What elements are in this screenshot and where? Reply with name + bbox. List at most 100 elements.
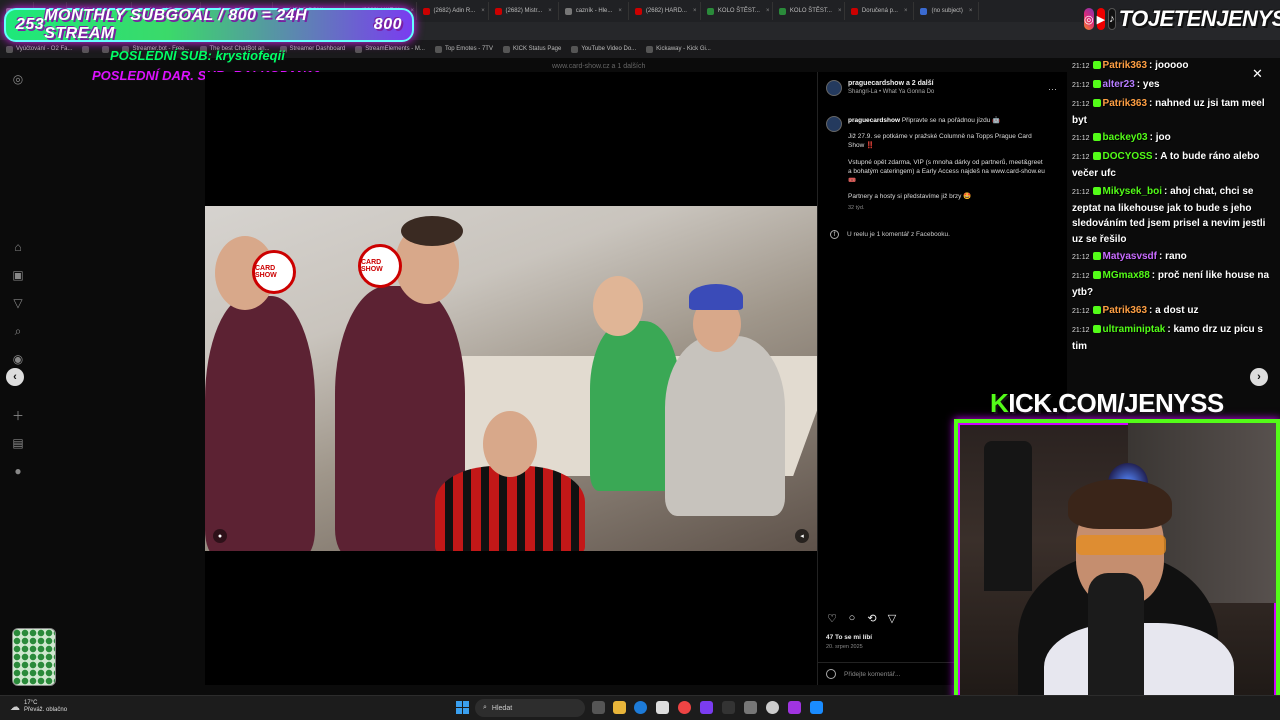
kick-k: K bbox=[990, 388, 1009, 418]
browser-tab[interactable]: Doručená p... × bbox=[845, 2, 915, 20]
app-icon[interactable] bbox=[744, 701, 757, 714]
caption-username[interactable]: praguecardshow bbox=[848, 117, 900, 124]
browser-tab[interactable]: KOLO ŠTĚST... × bbox=[701, 2, 773, 20]
tagged-user-icon[interactable]: ● bbox=[213, 529, 227, 543]
youtube-icon: ▶ bbox=[1096, 8, 1106, 30]
add-icon[interactable]: ＋ bbox=[6, 406, 30, 424]
app-icon[interactable] bbox=[788, 701, 801, 714]
chat-username[interactable]: Mikysek_boi bbox=[1103, 186, 1162, 197]
like-heart-icon[interactable]: ♡ bbox=[826, 612, 838, 625]
chat-username[interactable]: backey03 bbox=[1103, 132, 1148, 143]
instagram-icon: ◎ bbox=[1084, 8, 1094, 30]
tab-close-icon[interactable]: × bbox=[766, 8, 770, 14]
avatar[interactable] bbox=[826, 80, 842, 96]
app-icon[interactable] bbox=[722, 701, 735, 714]
chat-message: 21:12 DOCYOSS: A to bude ráno alebo večer… bbox=[1072, 149, 1272, 181]
bookmark-item[interactable]: Kickaway - Kick Gi... bbox=[646, 45, 711, 53]
chat-username[interactable]: DOCYOSS bbox=[1103, 151, 1153, 162]
tab-close-icon[interactable]: × bbox=[481, 8, 485, 14]
tab-close-icon[interactable]: × bbox=[618, 8, 622, 14]
comment-input[interactable]: Přidejte komentář... bbox=[844, 671, 900, 678]
reel-video[interactable]: CARD SHOW CARD SHOW ● ◂ bbox=[205, 206, 817, 551]
post-username[interactable]: praguecardshow a 2 další bbox=[848, 80, 934, 87]
file-explorer-icon[interactable] bbox=[613, 701, 626, 714]
chat-username[interactable]: Patrik363 bbox=[1103, 98, 1147, 109]
post-song[interactable]: Shangri-La • What Ya Gonna Do bbox=[848, 89, 934, 95]
next-post-button[interactable]: › bbox=[1250, 368, 1268, 386]
instagram-logo-icon[interactable]: ◎ bbox=[6, 70, 30, 88]
search-icon[interactable]: ⌕ bbox=[6, 322, 30, 340]
avatar[interactable] bbox=[826, 116, 842, 132]
chat-username[interactable]: Matyasvsdf bbox=[1103, 251, 1157, 262]
kick-badge-icon bbox=[1092, 80, 1101, 88]
tab-close-icon[interactable]: × bbox=[904, 8, 908, 14]
kick-badge-icon bbox=[1092, 325, 1101, 333]
bookmark-label: StreamElements - M... bbox=[365, 46, 425, 52]
more-options-icon[interactable]: ··· bbox=[1048, 84, 1057, 94]
tiktok-icon: ♪ bbox=[1108, 8, 1116, 30]
comment-bubble-icon[interactable]: ○ bbox=[846, 612, 858, 624]
dashboard-icon[interactable]: ▤ bbox=[6, 434, 30, 452]
windows-start-icon[interactable] bbox=[456, 701, 469, 714]
chrome-icon[interactable] bbox=[678, 701, 691, 714]
tab-label: (2682) Adin R... bbox=[433, 8, 476, 14]
streamer-glasses bbox=[1076, 535, 1166, 555]
bookmark-favicon-icon bbox=[502, 45, 510, 53]
search-placeholder: Hledat bbox=[491, 704, 513, 712]
tab-close-icon[interactable]: × bbox=[693, 8, 697, 14]
mute-icon[interactable]: ◂ bbox=[795, 529, 809, 543]
bookmark-item[interactable]: YouTube Video Do... bbox=[571, 45, 636, 53]
tab-close-icon[interactable]: × bbox=[548, 8, 552, 14]
edge-icon[interactable] bbox=[634, 701, 647, 714]
person bbox=[205, 296, 315, 551]
filter-icon[interactable]: ▽ bbox=[6, 294, 30, 312]
chat-username[interactable]: ultraminiptak bbox=[1103, 324, 1166, 335]
share-send-icon[interactable]: ▽ bbox=[886, 612, 898, 625]
bookmark-item[interactable] bbox=[82, 45, 92, 53]
bookmark-favicon-icon bbox=[82, 45, 90, 53]
tab-close-icon[interactable]: × bbox=[969, 8, 973, 14]
bookmark-item[interactable]: StreamElements - M... bbox=[355, 45, 425, 53]
bookmark-item[interactable]: KICK Status Page bbox=[502, 45, 561, 53]
app-icon[interactable] bbox=[766, 701, 779, 714]
chat-timestamp: 21:12 bbox=[1072, 135, 1090, 142]
browser-tab[interactable]: KOLO ŠTĚST... × bbox=[773, 2, 845, 20]
task-view-icon[interactable] bbox=[592, 701, 605, 714]
repost-icon[interactable]: ⟲ bbox=[866, 612, 878, 625]
taskbar-search[interactable]: ⌕ Hledat bbox=[475, 699, 585, 717]
chat-username[interactable]: Patrik363 bbox=[1103, 305, 1147, 316]
chat-username[interactable]: alter23 bbox=[1103, 79, 1135, 90]
bookmark-item[interactable]: Streamer Dashboard bbox=[279, 45, 345, 53]
chat-username[interactable]: MGmax88 bbox=[1103, 270, 1150, 281]
streamer-handle: TOJETENJENYS bbox=[1118, 6, 1280, 31]
store-icon[interactable] bbox=[656, 701, 669, 714]
previous-post-button[interactable]: ‹ bbox=[6, 368, 24, 386]
chat-username[interactable]: Patrik363 bbox=[1103, 60, 1147, 71]
chat-timestamp: 21:12 bbox=[1072, 63, 1090, 70]
bookmark-item[interactable]: Vyúčtování - O2 Fa... bbox=[6, 45, 72, 53]
reels-icon[interactable]: ▣ bbox=[6, 266, 30, 284]
home-icon[interactable]: ⌂ bbox=[6, 238, 30, 256]
app-icon[interactable] bbox=[810, 701, 823, 714]
kick-url-overlay: KICK.COM/JENYSS bbox=[990, 388, 1224, 419]
browser-tab[interactable]: (no subject) × bbox=[914, 2, 980, 20]
caption-line: Již 27.9. se potkáme v pražské Columně n… bbox=[848, 133, 1032, 150]
tab-favicon-icon bbox=[422, 7, 430, 15]
profile-icon[interactable]: ● bbox=[6, 462, 30, 480]
bookmark-item[interactable]: Top Emotes - 7TV bbox=[434, 45, 493, 53]
kick-badge-icon bbox=[1092, 152, 1101, 160]
browser-tab[interactable]: (2682) Adin R... × bbox=[417, 2, 489, 20]
emoji-icon[interactable] bbox=[826, 669, 836, 679]
tab-close-icon[interactable]: × bbox=[838, 8, 842, 14]
browser-tab[interactable]: (2682) HARD... × bbox=[629, 2, 701, 20]
tab-label: (2682) Mistr... bbox=[505, 8, 543, 14]
kick-badge-icon bbox=[1092, 252, 1101, 260]
explore-icon[interactable]: ◉ bbox=[6, 350, 30, 368]
subgoal-target: 800 bbox=[373, 16, 402, 33]
browser-tab[interactable]: cazník - Hle... × bbox=[559, 2, 629, 20]
browser-tab[interactable]: (2682) Mistr... × bbox=[489, 2, 559, 20]
streamer-hair bbox=[1068, 479, 1172, 529]
weather-widget[interactable]: ☁ 17°C Převáž. oblačno bbox=[10, 700, 67, 714]
app-icon[interactable] bbox=[700, 701, 713, 714]
like-count[interactable]: 47 To se mi líbí bbox=[826, 634, 872, 641]
